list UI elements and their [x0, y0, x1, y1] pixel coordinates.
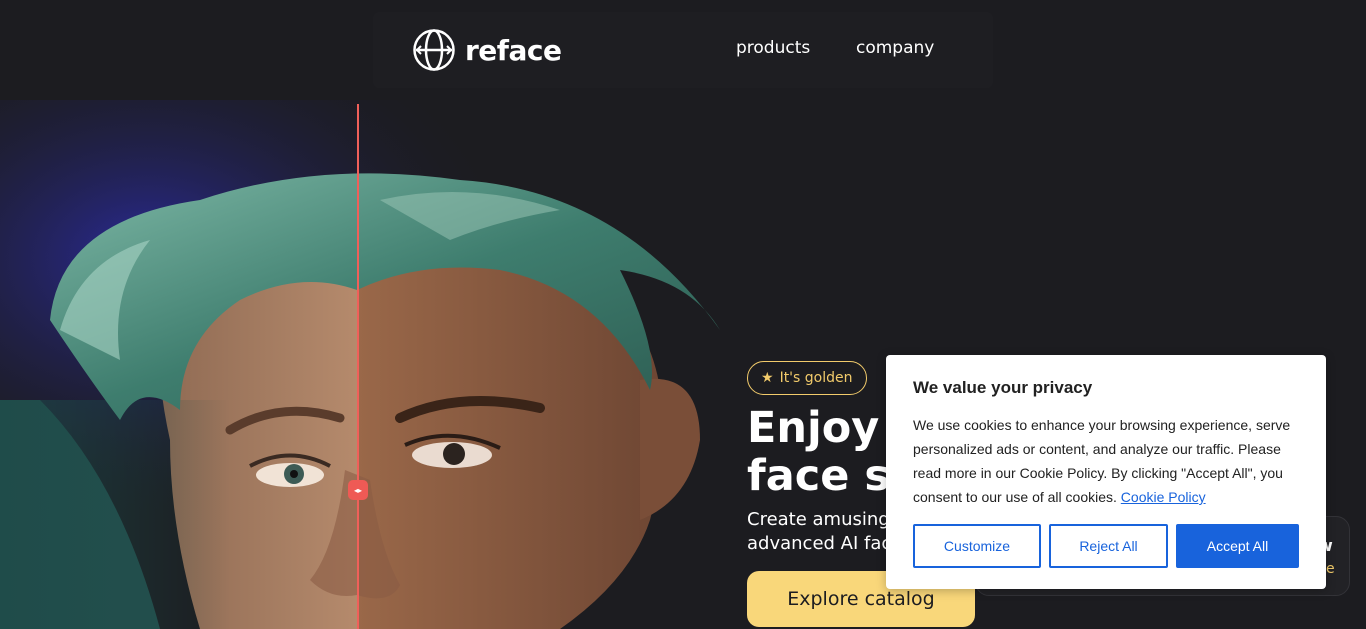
- reject-all-button[interactable]: Reject All: [1049, 524, 1168, 568]
- hero-title: Enjoy face s: [747, 403, 890, 501]
- cookie-title: We value your privacy: [913, 378, 1093, 397]
- hero-title-line2: face s: [747, 451, 890, 501]
- accept-all-button[interactable]: Accept All: [1176, 524, 1299, 568]
- star-icon: ★: [761, 370, 774, 386]
- brand-name: reface: [465, 33, 562, 67]
- customize-button[interactable]: Customize: [913, 524, 1041, 568]
- hero-subtitle-line2: advanced AI fac: [747, 533, 892, 554]
- cookie-policy-link[interactable]: Cookie Policy: [1121, 489, 1206, 505]
- cookie-description: We use cookies to enhance your browsing …: [913, 413, 1303, 509]
- left-right-arrows-icon[interactable]: ◂▸: [348, 480, 368, 500]
- cookie-consent-banner: We value your privacy We use cookies to …: [886, 355, 1326, 589]
- hero-title-line1: Enjoy: [747, 403, 880, 453]
- nav-company-link[interactable]: company: [856, 38, 934, 58]
- reface-globe-logo-icon: [413, 29, 455, 71]
- badge-label: It's golden: [779, 370, 853, 386]
- compare-divider-line[interactable]: [357, 104, 359, 629]
- cookie-description-text: We use cookies to enhance your browsing …: [913, 417, 1291, 505]
- nav-products-link[interactable]: products: [736, 38, 810, 58]
- brand-logo[interactable]: reface: [413, 29, 562, 71]
- side-card-subtitle-fragment: e: [1326, 561, 1335, 577]
- hero-subtitle: Create amusing advanced AI fac: [747, 508, 891, 556]
- hero-subtitle-line1: Create amusing: [747, 509, 890, 530]
- hero-face-comparison-image: [0, 100, 745, 629]
- portrait-illustration: [0, 100, 745, 629]
- golden-badge: ★ It's golden: [747, 361, 867, 395]
